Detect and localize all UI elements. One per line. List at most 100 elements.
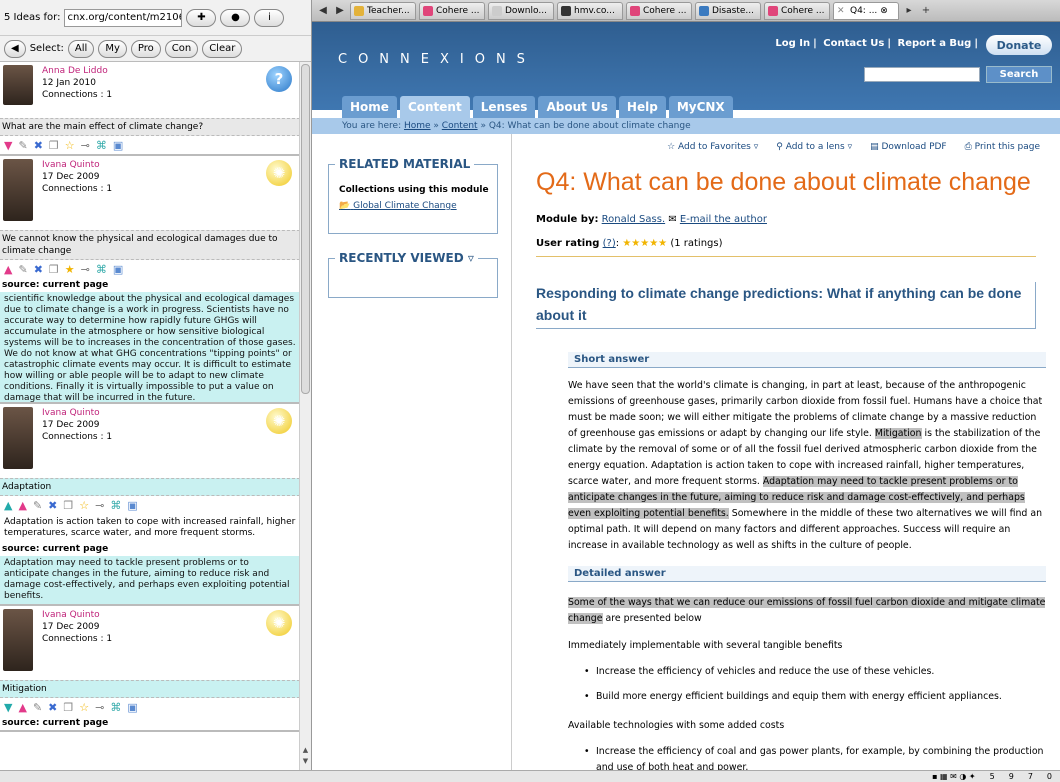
link-icon[interactable]: ⊸ — [81, 139, 90, 152]
add-lens-link[interactable]: ⚲ Add to a lens ▿ — [776, 142, 852, 152]
idea-author[interactable]: Ivana Quinto — [42, 407, 112, 419]
star-icon[interactable]: ☆ — [79, 499, 89, 512]
idea-title[interactable]: Adaptation — [0, 478, 300, 496]
nav-help[interactable]: Help — [618, 96, 666, 118]
browser-tab-active[interactable]: ✕ Q4: ... ⊗ — [833, 1, 899, 20]
connexions-logo[interactable]: CONNEXIONS — [338, 52, 536, 67]
idea-author[interactable]: Ivana Quinto — [42, 609, 112, 621]
idea-card[interactable]: Ivana Quinto 17 Dec 2009 Connections : 1… — [0, 156, 300, 404]
rating-stars[interactable]: ★★★★★ — [622, 238, 667, 249]
status-count-lightbulb[interactable]: 5 — [990, 772, 995, 781]
nav-mycnx[interactable]: MyCNX — [668, 96, 733, 118]
recently-viewed-box[interactable]: RECENTLY VIEWED ▿ — [328, 251, 498, 298]
close-tab-icon[interactable]: ⊗ — [880, 6, 888, 16]
collection-link[interactable]: 📂 Global Climate Change — [339, 201, 457, 211]
search-input[interactable] — [864, 67, 980, 82]
nav-content[interactable]: Content — [399, 96, 470, 118]
box-icon[interactable]: ▣ — [113, 139, 123, 152]
vote-up-icon[interactable]: ▲ — [18, 701, 26, 714]
star-icon[interactable]: ☆ — [79, 701, 89, 714]
vote-down-icon[interactable]: ▼ — [4, 139, 12, 152]
info-icon[interactable]: i — [254, 8, 285, 27]
url-field[interactable]: cnx.org/content/m21063/lates — [64, 8, 183, 27]
report-bug-link[interactable]: Report a Bug — [898, 38, 972, 49]
search-button[interactable]: Search — [986, 66, 1052, 83]
login-link[interactable]: Log In — [775, 38, 810, 49]
author-link[interactable]: Ronald Sass. — [602, 214, 665, 225]
back-icon[interactable]: ◀ — [316, 5, 330, 16]
nav-about[interactable]: About Us — [538, 96, 616, 118]
browser-tab[interactable]: Disaste... — [695, 1, 761, 20]
box-icon[interactable]: ▣ — [113, 263, 123, 276]
status-count-doc[interactable]: 9 — [1009, 772, 1014, 781]
scroll-up-icon[interactable]: ▲ — [301, 746, 310, 756]
rating-help-link[interactable]: (?) — [603, 238, 616, 249]
forward-icon[interactable]: ▶ — [333, 5, 347, 16]
filter-clear-button[interactable]: Clear — [202, 39, 243, 58]
scrollbar-thumb[interactable] — [301, 64, 310, 394]
status-count-box[interactable]: 7 — [1028, 772, 1033, 781]
network-icon[interactable]: ⌘ — [96, 139, 107, 152]
idea-title[interactable]: What are the main effect of climate chan… — [0, 118, 300, 136]
donate-button[interactable]: Donate — [986, 35, 1052, 55]
filter-all-button[interactable]: All — [67, 39, 95, 58]
document-icon[interactable]: ❐ — [49, 263, 59, 276]
breadcrumb-content[interactable]: Content — [442, 121, 478, 131]
download-pdf-link[interactable]: ▤ Download PDF — [870, 142, 947, 152]
star-icon[interactable]: ★ — [65, 263, 75, 276]
idea-author[interactable]: Ivana Quinto — [42, 159, 112, 171]
vote-up-alt-icon[interactable]: ▲ — [18, 499, 26, 512]
star-icon[interactable]: ☆ — [65, 139, 75, 152]
user-icon[interactable]: ● — [220, 8, 251, 27]
idea-title[interactable]: We cannot know the physical and ecologic… — [0, 230, 300, 260]
new-tab-icon[interactable]: + — [919, 5, 933, 16]
document-icon[interactable]: ❐ — [49, 139, 59, 152]
delete-icon[interactable]: ✖ — [48, 701, 57, 714]
document-icon[interactable]: ❐ — [63, 499, 73, 512]
edit-icon[interactable]: ✎ — [33, 499, 42, 512]
tab-scroll-icon[interactable]: ▸ — [902, 5, 916, 16]
idea-card[interactable]: Ivana Quinto 17 Dec 2009 Connections : 1… — [0, 606, 300, 732]
status-count-tray[interactable]: 0 — [1047, 772, 1052, 781]
idea-card[interactable]: Ivana Quinto 17 Dec 2009 Connections : 1… — [0, 404, 300, 606]
idea-title[interactable]: Mitigation — [0, 680, 300, 698]
box-icon[interactable]: ▣ — [127, 499, 137, 512]
delete-icon[interactable]: ✖ — [34, 263, 43, 276]
vote-up-icon[interactable]: ▲ — [4, 263, 12, 276]
recently-viewed-title[interactable]: RECENTLY VIEWED ▿ — [335, 251, 478, 265]
idea-author[interactable]: Anna De Liddo — [42, 65, 112, 77]
vote-down-icon[interactable]: ▼ — [4, 701, 12, 714]
document-icon[interactable]: ❐ — [63, 701, 73, 714]
link-icon[interactable]: ⊸ — [95, 701, 104, 714]
add-idea-icon[interactable]: ✚ — [186, 8, 217, 27]
link-icon[interactable]: ⊸ — [81, 263, 90, 276]
browser-tab[interactable]: Teacher... — [350, 1, 416, 20]
network-icon[interactable]: ⌘ — [96, 263, 107, 276]
email-author-link[interactable]: E-mail the author — [680, 214, 767, 225]
network-icon[interactable]: ⌘ — [110, 701, 121, 714]
sidebar-scrollbar[interactable]: ▲ ▼ — [299, 62, 311, 770]
browser-tab[interactable]: Downlo... — [488, 1, 554, 20]
filter-my-button[interactable]: My — [98, 39, 127, 58]
browser-tab[interactable]: hmv.co... — [557, 1, 623, 20]
edit-icon[interactable]: ✎ — [33, 701, 42, 714]
filter-pro-button[interactable]: Pro — [130, 39, 161, 58]
edit-icon[interactable]: ✎ — [18, 139, 27, 152]
contact-link[interactable]: Contact Us — [823, 38, 884, 49]
scroll-down-icon[interactable]: ▼ — [301, 757, 310, 767]
browser-tab[interactable]: Cohere ... — [419, 1, 485, 20]
idea-card[interactable]: Anna De Liddo 12 Jan 2010 Connections : … — [0, 62, 300, 156]
browser-tab[interactable]: Cohere ... — [764, 1, 830, 20]
browser-tab[interactable]: Cohere ... — [626, 1, 692, 20]
filter-con-button[interactable]: Con — [164, 39, 199, 58]
add-favorites-link[interactable]: ☆ Add to Favorites ▿ — [667, 142, 758, 152]
nav-lenses[interactable]: Lenses — [472, 96, 536, 118]
vote-up-icon[interactable]: ▲ — [4, 499, 12, 512]
nav-home[interactable]: Home — [342, 96, 397, 118]
network-icon[interactable]: ⌘ — [110, 499, 121, 512]
link-icon[interactable]: ⊸ — [95, 499, 104, 512]
delete-icon[interactable]: ✖ — [48, 499, 57, 512]
delete-icon[interactable]: ✖ — [34, 139, 43, 152]
box-icon[interactable]: ▣ — [127, 701, 137, 714]
print-link[interactable]: ⎙ Print this page — [965, 142, 1040, 152]
